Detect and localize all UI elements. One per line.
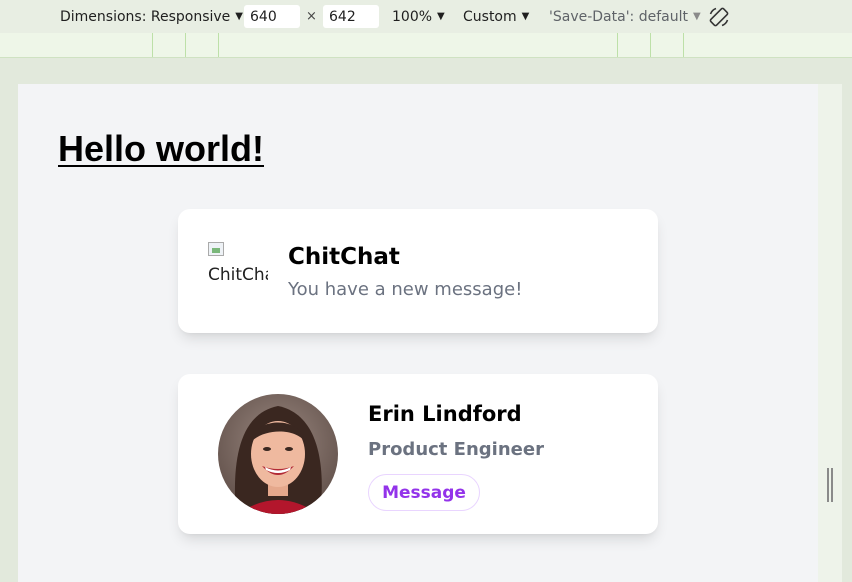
avatar-photo <box>218 394 338 514</box>
broken-image-icon <box>208 242 224 256</box>
device-toolbar: Dimensions: Responsive ▼ 640 × 642 100% … <box>0 0 852 33</box>
page-title: Hello world! <box>58 128 264 169</box>
chevron-down-icon: ▼ <box>235 11 243 22</box>
media-query-marker <box>185 33 186 57</box>
profile-name: Erin Lindford <box>368 402 522 426</box>
avatar <box>218 394 338 514</box>
media-query-marker <box>650 33 651 57</box>
media-query-bar[interactable] <box>0 33 852 58</box>
page-viewport: Hello world! ChitChat ChitChat You have … <box>18 84 818 582</box>
profile-card: Erin Lindford Product Engineer Message <box>178 374 658 534</box>
dimensions-dropdown[interactable]: Dimensions: Responsive ▼ <box>60 0 243 33</box>
notification-message: You have a new message! <box>288 279 523 300</box>
throttle-label: Custom <box>463 8 517 25</box>
chitchat-logo-image: ChitChat <box>208 242 268 302</box>
viewport-right-gutter <box>818 84 842 582</box>
height-input[interactable]: 642 <box>323 5 379 28</box>
rotate-icon[interactable] <box>707 5 731 29</box>
zoom-dropdown[interactable]: 100% ▼ <box>392 0 445 33</box>
chevron-down-icon: ▼ <box>692 11 701 22</box>
width-input[interactable]: 640 <box>244 5 300 28</box>
zoom-label: 100% <box>392 8 433 25</box>
media-query-marker <box>218 33 219 57</box>
media-query-marker <box>617 33 618 57</box>
message-button[interactable]: Message <box>368 474 480 511</box>
image-alt-text: ChitChat <box>208 265 268 285</box>
chevron-down-icon: ▼ <box>521 11 530 22</box>
notification-card: ChitChat ChitChat You have a new message… <box>178 209 658 333</box>
save-data-label: 'Save-Data': default <box>549 8 688 25</box>
media-query-marker <box>152 33 153 57</box>
notification-title: ChitChat <box>288 244 400 270</box>
dimensions-label: Dimensions: Responsive <box>60 8 231 25</box>
times-separator: × <box>306 9 317 24</box>
profile-role: Product Engineer <box>368 439 544 460</box>
throttle-dropdown[interactable]: Custom ▼ <box>463 0 529 33</box>
chevron-down-icon: ▼ <box>437 11 445 22</box>
save-data-dropdown[interactable]: 'Save-Data': default ▼ <box>549 0 701 33</box>
resize-handle[interactable] <box>827 468 833 502</box>
media-query-marker <box>683 33 684 57</box>
